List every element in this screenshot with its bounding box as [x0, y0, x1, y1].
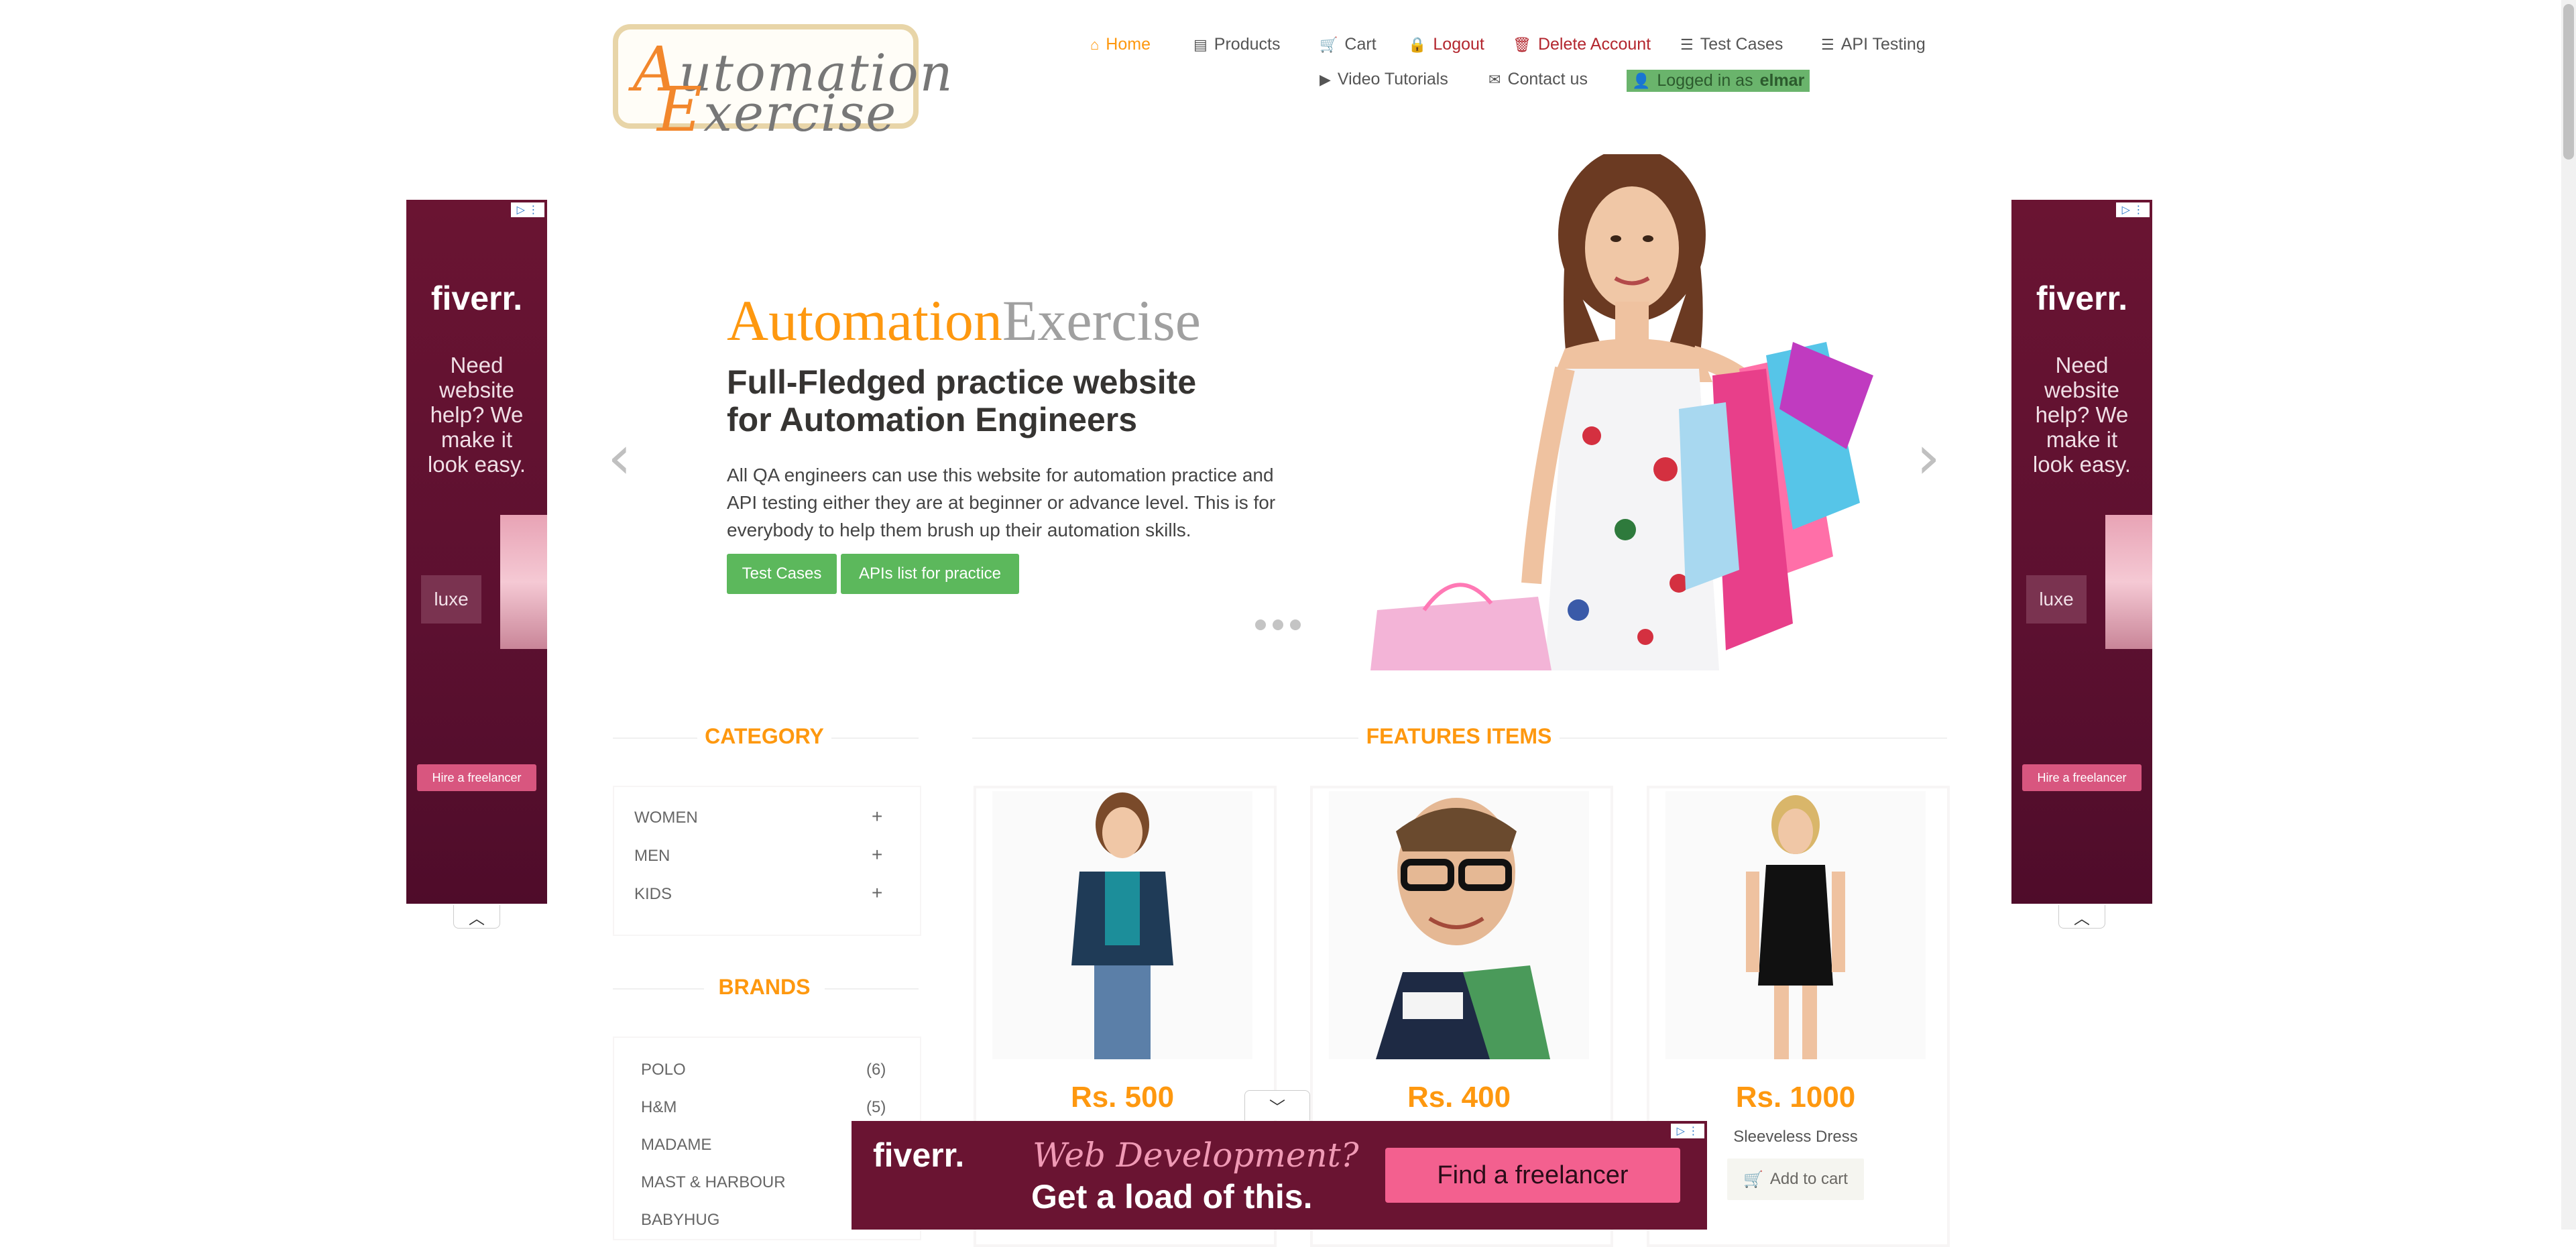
ad-message: Need website help? We make it look easy.	[427, 353, 526, 477]
hero-headline: Full-Fledged practice website for Automa…	[727, 363, 1197, 438]
chevron-down-icon: ﹀	[1269, 1098, 1285, 1117]
product-image	[992, 791, 1252, 1059]
ad-subheadline: Get a load of this.	[1031, 1178, 1313, 1215]
scrollbar-thumb[interactable]	[2563, 4, 2574, 160]
ad-headline: Web Development?	[1033, 1136, 1359, 1175]
nav-logout[interactable]: 🔒 Logout	[1408, 35, 1484, 54]
ad-brand: fiverr.	[873, 1136, 965, 1174]
product-image	[1329, 791, 1589, 1059]
cart-icon: 🛒	[1320, 36, 1338, 53]
slider-dot[interactable]	[1255, 619, 1266, 630]
ad-luxe-label: luxe	[421, 575, 481, 624]
expand-plus-icon[interactable]: +	[872, 882, 882, 904]
brand-babyhug[interactable]: BABYHUG	[641, 1211, 719, 1230]
nav-video-tutorials[interactable]: ▶ Video Tutorials	[1320, 70, 1448, 89]
chevron-up-icon: ︿	[2074, 909, 2090, 928]
category-kids[interactable]: KIDS	[634, 885, 672, 904]
brands-title: BRANDS	[704, 975, 825, 1000]
brand-hm[interactable]: H&M	[641, 1098, 677, 1117]
category-women[interactable]: WOMEN	[634, 809, 698, 827]
test-cases-button[interactable]: Test Cases	[727, 554, 837, 594]
brand-mast-harbour[interactable]: MAST & HARBOUR	[641, 1173, 786, 1192]
ad-choices-icon[interactable]: ▷ ⋮	[2116, 202, 2150, 217]
ad-shoe-image	[2105, 515, 2152, 649]
ad-hire-button[interactable]: Hire a freelancer	[2022, 764, 2142, 791]
left-ad-collapse[interactable]: ︿	[453, 905, 500, 929]
youtube-icon: ▶	[1320, 70, 1331, 88]
nav-home[interactable]: ⌂ Home	[1090, 35, 1151, 54]
nav-test-cases[interactable]: ☰ Test Cases	[1680, 35, 1783, 54]
logo-line2: Exercise	[657, 74, 898, 145]
user-icon: 👤	[1632, 72, 1651, 89]
ad-luxe-label: luxe	[2026, 575, 2087, 624]
ad-choices-icon[interactable]: ▷ ⋮	[511, 202, 544, 217]
add-to-cart-button[interactable]: 🛒 Add to cart	[1727, 1159, 1864, 1200]
ad-brand: fiverr.	[430, 280, 523, 317]
product-price: Rs. 400	[1407, 1081, 1511, 1114]
find-freelancer-button[interactable]: Find a freelancer	[1385, 1148, 1680, 1203]
expand-plus-icon[interactable]: +	[872, 806, 882, 827]
brand-count: (6)	[866, 1061, 886, 1079]
right-ad-collapse[interactable]: ︿	[2058, 905, 2105, 929]
left-ad-banner[interactable]: ▷ ⋮ fiverr. Need website help? We make i…	[406, 200, 547, 904]
right-ad-banner[interactable]: ▷ ⋮ fiverr. Need website help? We make i…	[2011, 200, 2152, 904]
brand-count: (5)	[866, 1098, 886, 1116]
nav-contact-us[interactable]: ✉ Contact us	[1488, 70, 1588, 89]
slider-next-arrow[interactable]: ›	[1916, 422, 1940, 493]
slider-dot[interactable]	[1273, 619, 1283, 630]
trash-icon: 🗑	[1513, 36, 1531, 53]
home-icon: ⌂	[1090, 36, 1100, 53]
nav-products[interactable]: ▤ Products	[1193, 35, 1280, 54]
lock-icon: 🔒	[1408, 36, 1427, 53]
ad-hire-button[interactable]: Hire a freelancer	[417, 764, 536, 791]
slider-prev-arrow[interactable]: ‹	[607, 422, 632, 493]
ad-brand: fiverr.	[2036, 280, 2128, 317]
category-men[interactable]: MEN	[634, 847, 670, 866]
ad-shoe-image	[500, 515, 547, 649]
ad-message: Need website help? We make it look easy.	[2032, 353, 2131, 477]
bottom-ad-toggle[interactable]: ﹀	[1244, 1090, 1310, 1120]
hero-description: All QA engineers can use this website fo…	[727, 465, 1276, 540]
category-title: CATEGORY	[697, 724, 831, 749]
brand-madame[interactable]: MADAME	[641, 1136, 711, 1154]
hero-shopping-girl-image	[1364, 154, 1887, 670]
nav-cart[interactable]: 🛒 Cart	[1320, 35, 1377, 54]
logged-in-status: 👤 Logged in as elmar	[1627, 70, 1810, 92]
list-icon: ☰	[1680, 36, 1694, 53]
nav-api-testing[interactable]: ☰ API Testing	[1821, 35, 1926, 54]
chevron-up-icon: ︿	[469, 909, 485, 928]
hero-brand-title: AutomationExercise	[727, 288, 1201, 353]
product-price: Rs. 1000	[1735, 1081, 1856, 1114]
slider-dot[interactable]	[1290, 619, 1301, 630]
apis-list-button[interactable]: APIs list for practice	[841, 554, 1019, 594]
ad-choices-icon[interactable]: ▷ ⋮	[1671, 1124, 1704, 1138]
expand-plus-icon[interactable]: +	[872, 844, 882, 866]
products-icon: ▤	[1193, 36, 1208, 53]
product-price: Rs. 500	[1070, 1081, 1175, 1114]
envelope-icon: ✉	[1488, 70, 1501, 88]
cart-icon: 🛒	[1743, 1170, 1763, 1189]
features-title: FEATURES ITEMS	[1358, 724, 1560, 749]
bottom-ad-banner[interactable]: ▷ ⋮ fiverr. Web Development? Get a load …	[852, 1121, 1707, 1230]
list-icon: ☰	[1821, 36, 1834, 53]
site-logo[interactable]: Automation Exercise	[613, 24, 953, 145]
brand-polo[interactable]: POLO	[641, 1061, 686, 1079]
nav-delete-account[interactable]: 🗑 Delete Account	[1513, 35, 1651, 54]
page-scrollbar[interactable]	[2561, 0, 2576, 1230]
product-image	[1665, 791, 1926, 1059]
